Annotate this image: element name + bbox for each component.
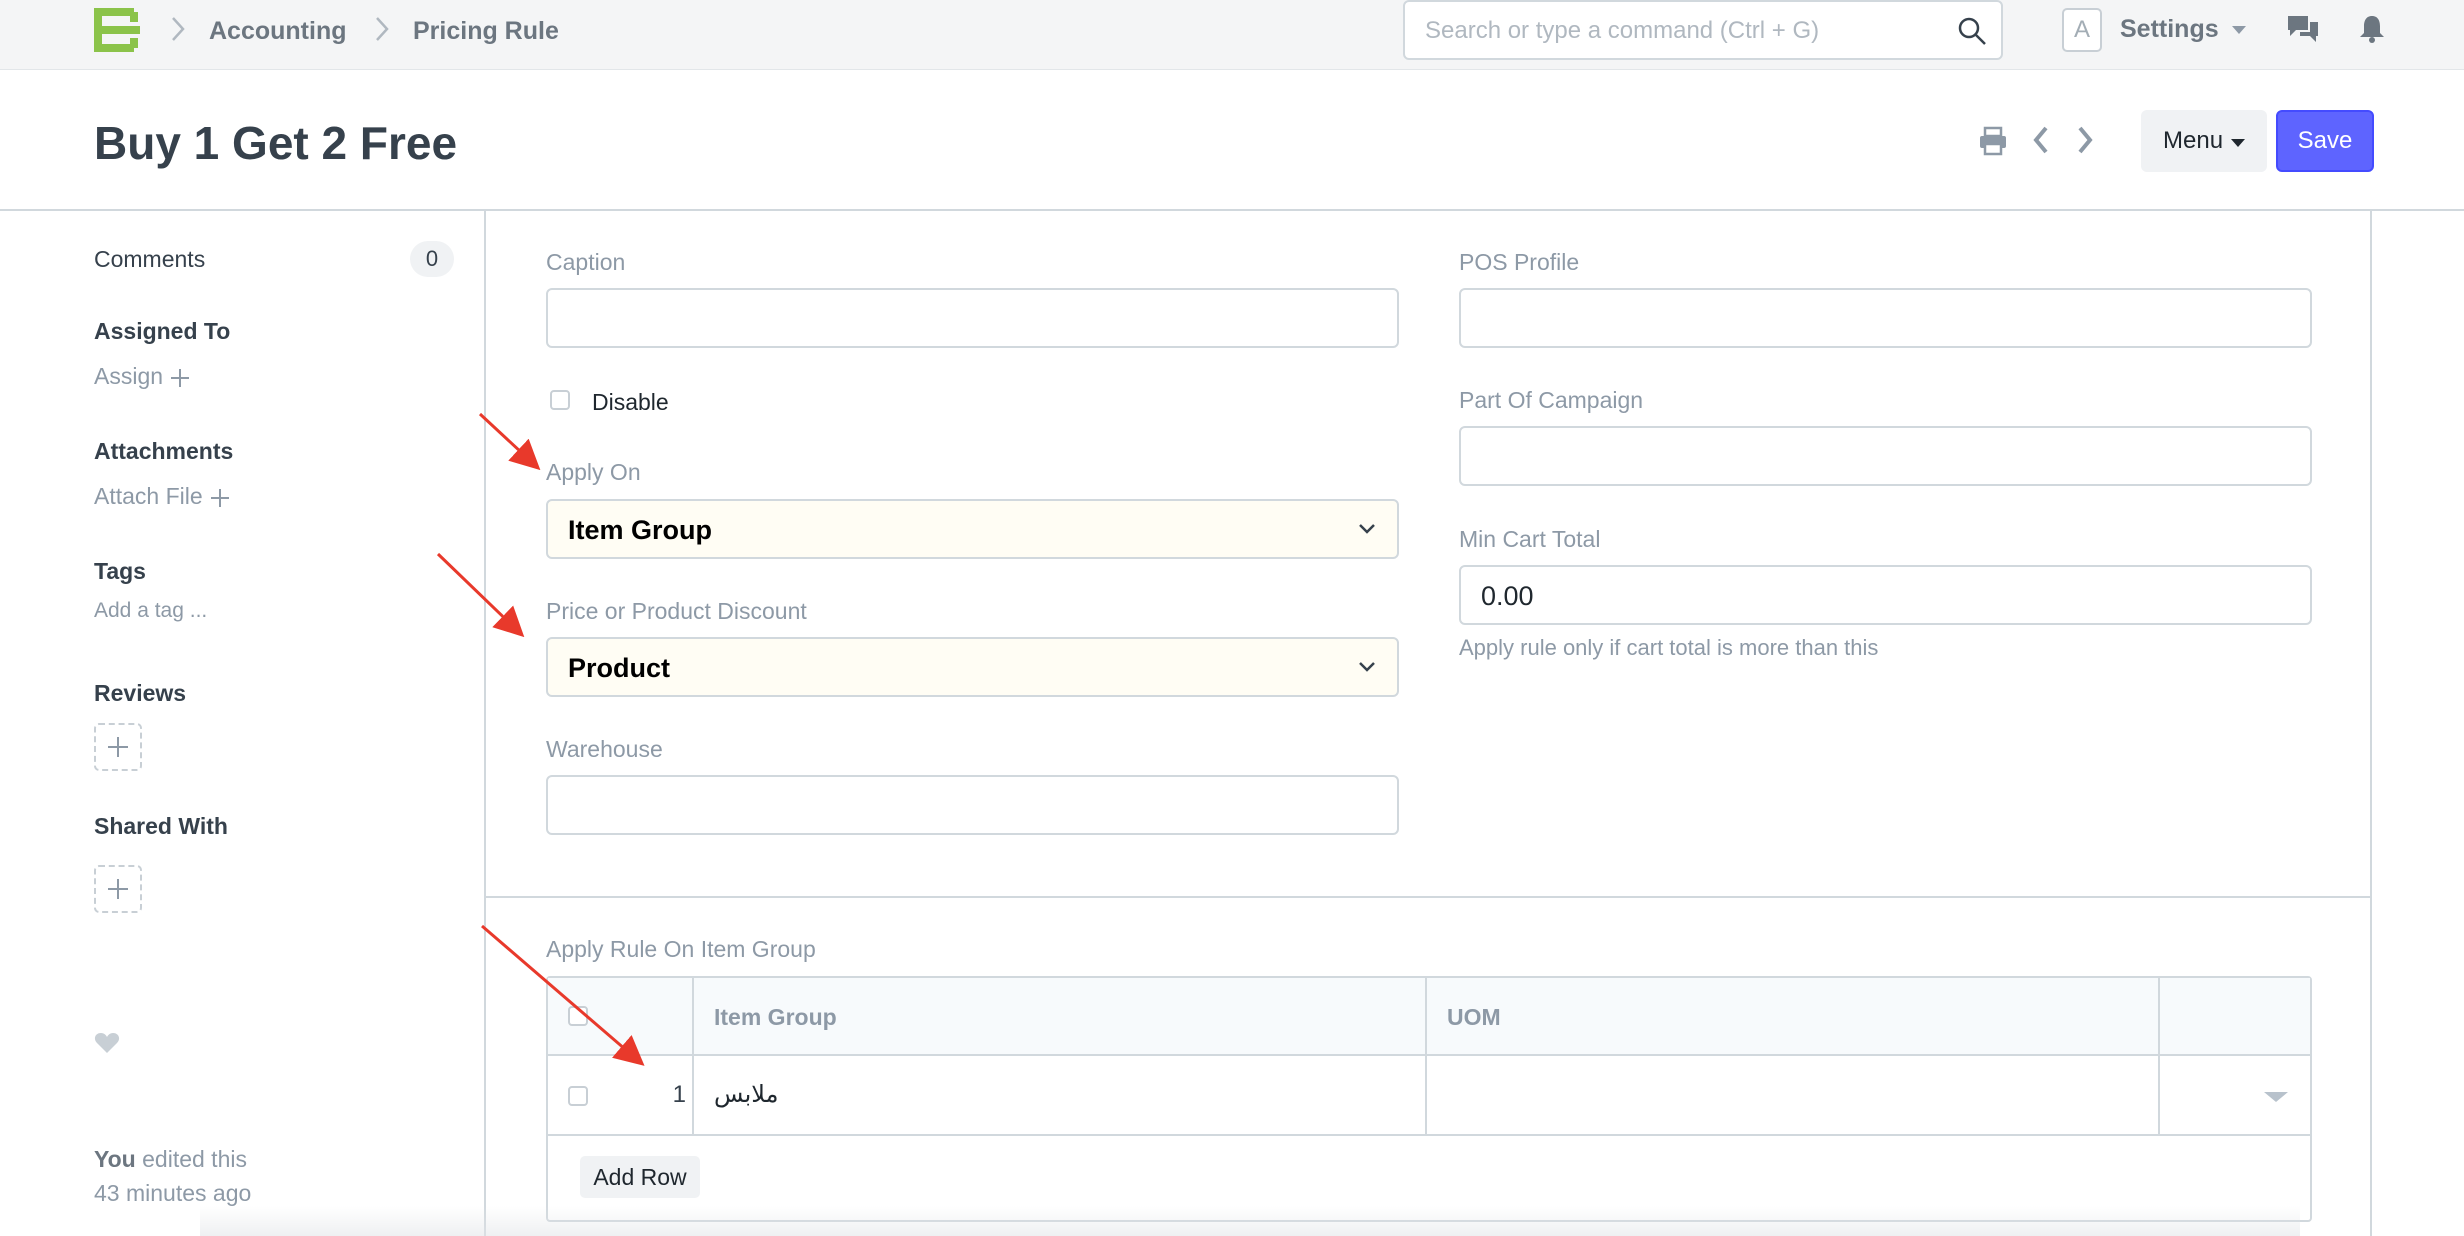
chevron-right-icon [172,17,185,41]
table-header: Item Group UOM [548,978,2310,1056]
breadcrumb-pricing-rule[interactable]: Pricing Rule [413,16,559,46]
section-divider [484,896,2372,898]
warehouse-input[interactable] [546,775,1399,835]
comments-label[interactable]: Comments [94,245,205,273]
page-title: Buy 1 Get 2 Free [94,117,458,169]
chevron-right-icon [376,17,389,41]
disable-label[interactable]: Disable [592,388,669,416]
last-edited-time: 43 minutes ago [94,1180,252,1206]
apply-on-label: Apply On [546,459,641,485]
min-cart-total-value: 0.00 [1481,581,1534,611]
part-of-campaign-input[interactable] [1459,426,2312,486]
pos-profile-input[interactable] [1459,288,2312,348]
shared-with-label: Shared With [94,813,228,839]
pos-profile-label: POS Profile [1459,249,1580,275]
column-header-item-group: Item Group [714,1004,837,1030]
plus-icon [171,368,190,387]
apply-on-value: Item Group [568,515,713,545]
add-share-button[interactable] [94,865,142,913]
search-input[interactable]: Search or type a command (Ctrl + G) [1403,0,2003,60]
search-icon[interactable] [1957,16,1987,46]
column-header-uom: UOM [1447,1004,1501,1030]
assign-link[interactable]: Assign [94,362,190,390]
settings-dropdown[interactable]: Settings [2120,14,2219,44]
caret-down-icon [2232,26,2246,34]
menu-button[interactable]: Menu [2141,110,2267,172]
comments-count-badge: 0 [410,241,454,277]
assigned-to-label: Assigned To [94,318,231,344]
add-tag-link[interactable]: Add a tag ... [94,598,207,624]
last-edited-text: edited this [135,1146,247,1172]
price-or-product-discount-select[interactable]: Product [546,637,1399,697]
heart-icon[interactable] [94,1031,120,1055]
item-group-table: Item Group UOM 1 ملابس Add Row [546,976,2312,1222]
last-edited: You edited this [94,1145,247,1173]
last-edited-user: You [94,1146,136,1172]
reviews-label: Reviews [94,680,187,706]
tags-label: Tags [94,558,146,584]
breadcrumb-accounting[interactable]: Accounting [209,16,347,46]
chat-icon[interactable] [2286,14,2320,44]
part-of-campaign-label: Part Of Campaign [1459,387,1644,413]
menu-button-label: Menu [2163,127,2224,154]
min-cart-total-help: Apply rule only if cart total is more th… [1459,635,1879,660]
chevron-down-icon [1359,662,1375,672]
attachments-label: Attachments [94,438,234,464]
caption-input[interactable] [546,288,1399,348]
save-button[interactable]: Save [2276,110,2374,172]
add-row-button[interactable]: Add Row [580,1156,700,1198]
min-cart-total-label: Min Cart Total [1459,526,1601,552]
scroll-shadow [200,1206,2300,1236]
price-or-product-discount-value: Product [568,653,671,683]
navbar: Accounting Pricing Rule Search or type a… [0,0,2464,70]
select-all-checkbox[interactable] [568,1006,588,1026]
bell-icon[interactable] [2358,14,2386,44]
warehouse-label: Warehouse [546,736,663,762]
chevron-down-icon [1359,524,1375,534]
assign-link-label: Assign [94,363,164,389]
row-expand-icon[interactable] [2264,1092,2288,1102]
print-icon[interactable] [1978,126,2008,156]
chevron-left-icon[interactable] [2030,124,2052,156]
chevron-right-icon[interactable] [2074,124,2096,156]
apply-rule-on-item-group-label: Apply Rule On Item Group [546,936,816,962]
caption-label: Caption [546,249,626,275]
attach-file-label: Attach File [94,483,203,509]
plus-icon [210,488,229,507]
price-or-product-discount-label: Price or Product Discount [546,598,807,624]
apply-on-select[interactable]: Item Group [546,499,1399,559]
disable-checkbox[interactable] [550,390,570,410]
min-cart-total-input[interactable]: 0.00 [1459,565,2312,625]
table-row[interactable]: 1 ملابس [548,1056,2310,1136]
row-checkbox[interactable] [568,1086,588,1106]
page-head: Buy 1 Get 2 Free Menu Save [0,70,2464,211]
row-index: 1 [672,1081,686,1108]
app-logo-icon[interactable] [94,8,144,52]
avatar[interactable]: A [2062,8,2102,52]
search-placeholder: Search or type a command (Ctrl + G) [1425,17,1820,44]
caret-down-icon [2231,139,2245,147]
row-item-group[interactable]: ملابس [714,1080,778,1110]
form-sidebar: Comments 0 Assigned To Assign Attachment… [0,211,484,1236]
add-review-button[interactable] [94,723,142,771]
attach-file-link[interactable]: Attach File [94,482,229,510]
